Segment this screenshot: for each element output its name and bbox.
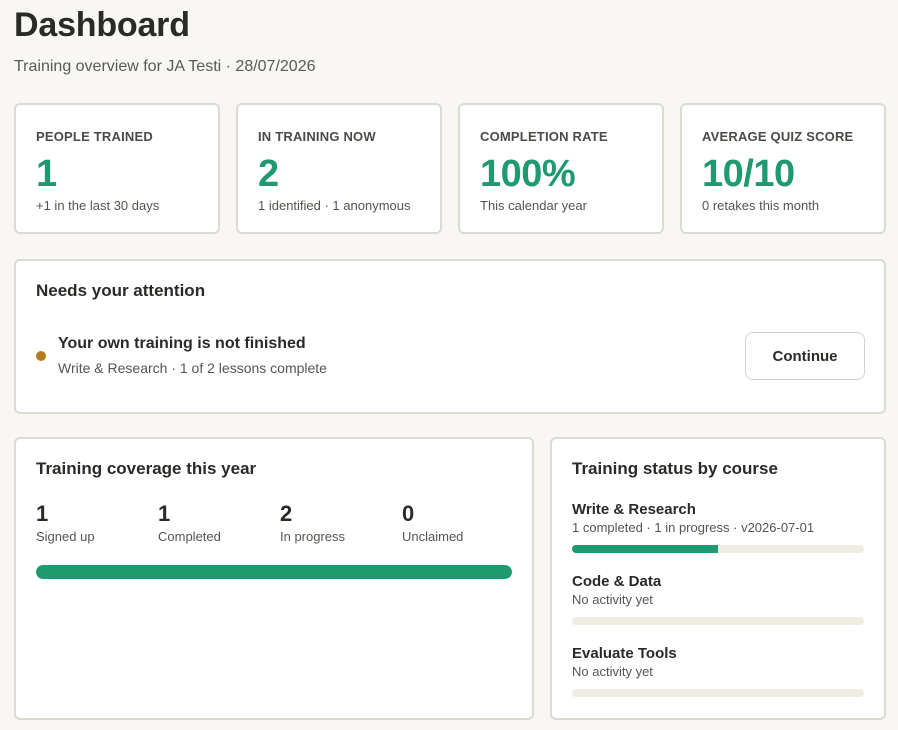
stat-label: COMPLETION RATE bbox=[480, 129, 608, 144]
course-item-code-data: Code & Data No activity yet bbox=[572, 573, 864, 625]
coverage-stat-label: Completed bbox=[158, 529, 221, 544]
status-dot-icon bbox=[36, 351, 46, 361]
page-title: Dashboard bbox=[14, 6, 190, 44]
coverage-progress-fill bbox=[36, 565, 512, 579]
course-subtitle: No activity yet bbox=[572, 664, 653, 679]
course-progress-bar bbox=[572, 617, 864, 625]
continue-button[interactable]: Continue bbox=[745, 332, 865, 380]
stat-value: 100% bbox=[480, 153, 576, 195]
stat-label: PEOPLE TRAINED bbox=[36, 129, 153, 144]
attention-item-title: Your own training is not finished bbox=[58, 335, 306, 352]
stat-sub: 1 identified · 1 anonymous bbox=[258, 198, 411, 213]
coverage-stat-label: Unclaimed bbox=[402, 529, 464, 544]
course-item-write-research: Write & Research 1 completed · 1 in prog… bbox=[572, 501, 864, 553]
course-name: Evaluate Tools bbox=[572, 645, 677, 662]
coverage-stat-value: 1 bbox=[158, 501, 171, 526]
attention-heading: Needs your attention bbox=[36, 281, 206, 300]
course-item-evaluate-tools: Evaluate Tools No activity yet bbox=[572, 645, 864, 697]
course-status-heading: Training status by course bbox=[572, 459, 778, 478]
stat-label: AVERAGE QUIZ SCORE bbox=[702, 129, 854, 144]
course-status-card: Training status by course Write & Resear… bbox=[550, 437, 886, 720]
coverage-stat-label: Signed up bbox=[36, 529, 95, 544]
stat-card-quiz-score: AVERAGE QUIZ SCORE 10/10 0 retakes this … bbox=[680, 103, 886, 234]
stat-sub: +1 in the last 30 days bbox=[36, 198, 160, 213]
stat-value: 1 bbox=[36, 153, 57, 195]
attention-card: Needs your attention Your own training i… bbox=[14, 259, 886, 414]
course-subtitle: No activity yet bbox=[572, 592, 653, 607]
stat-sub: 0 retakes this month bbox=[702, 198, 820, 213]
stat-value: 10/10 bbox=[702, 153, 795, 195]
course-progress-bar bbox=[572, 545, 864, 553]
course-progress-fill bbox=[572, 545, 718, 553]
coverage-progress-bar bbox=[36, 565, 512, 579]
stat-card-people-trained: PEOPLE TRAINED 1 +1 in the last 30 days bbox=[14, 103, 220, 234]
coverage-stat-label: In progress bbox=[280, 529, 346, 544]
coverage-heading: Training coverage this year bbox=[36, 459, 257, 478]
coverage-card: Training coverage this year 1 Signed up … bbox=[14, 437, 534, 720]
stat-card-in-training: IN TRAINING NOW 2 1 identified · 1 anony… bbox=[236, 103, 442, 234]
course-progress-bar bbox=[572, 689, 864, 697]
coverage-stat-value: 2 bbox=[280, 501, 293, 526]
course-subtitle: 1 completed · 1 in progress · v2026-07-0… bbox=[572, 520, 815, 535]
coverage-stat-signed-up: 1 Signed up bbox=[36, 501, 95, 544]
coverage-stat-completed: 1 Completed bbox=[158, 501, 221, 544]
coverage-stat-unclaimed: 0 Unclaimed bbox=[402, 501, 463, 544]
attention-item-subtitle: Write & Research · 1 of 2 lessons comple… bbox=[58, 360, 327, 376]
stat-sub: This calendar year bbox=[480, 198, 587, 213]
stat-label: IN TRAINING NOW bbox=[258, 129, 376, 144]
coverage-stat-value: 0 bbox=[402, 501, 415, 526]
coverage-stat-in-progress: 2 In progress bbox=[280, 501, 345, 544]
coverage-stat-value: 1 bbox=[36, 501, 49, 526]
course-name: Write & Research bbox=[572, 501, 696, 518]
stat-value: 2 bbox=[258, 153, 279, 195]
course-name: Code & Data bbox=[572, 573, 662, 590]
stat-card-completion-rate: COMPLETION RATE 100% This calendar year bbox=[458, 103, 664, 234]
page-subtitle: Training overview for JA Testi · 28/07/2… bbox=[14, 58, 316, 75]
